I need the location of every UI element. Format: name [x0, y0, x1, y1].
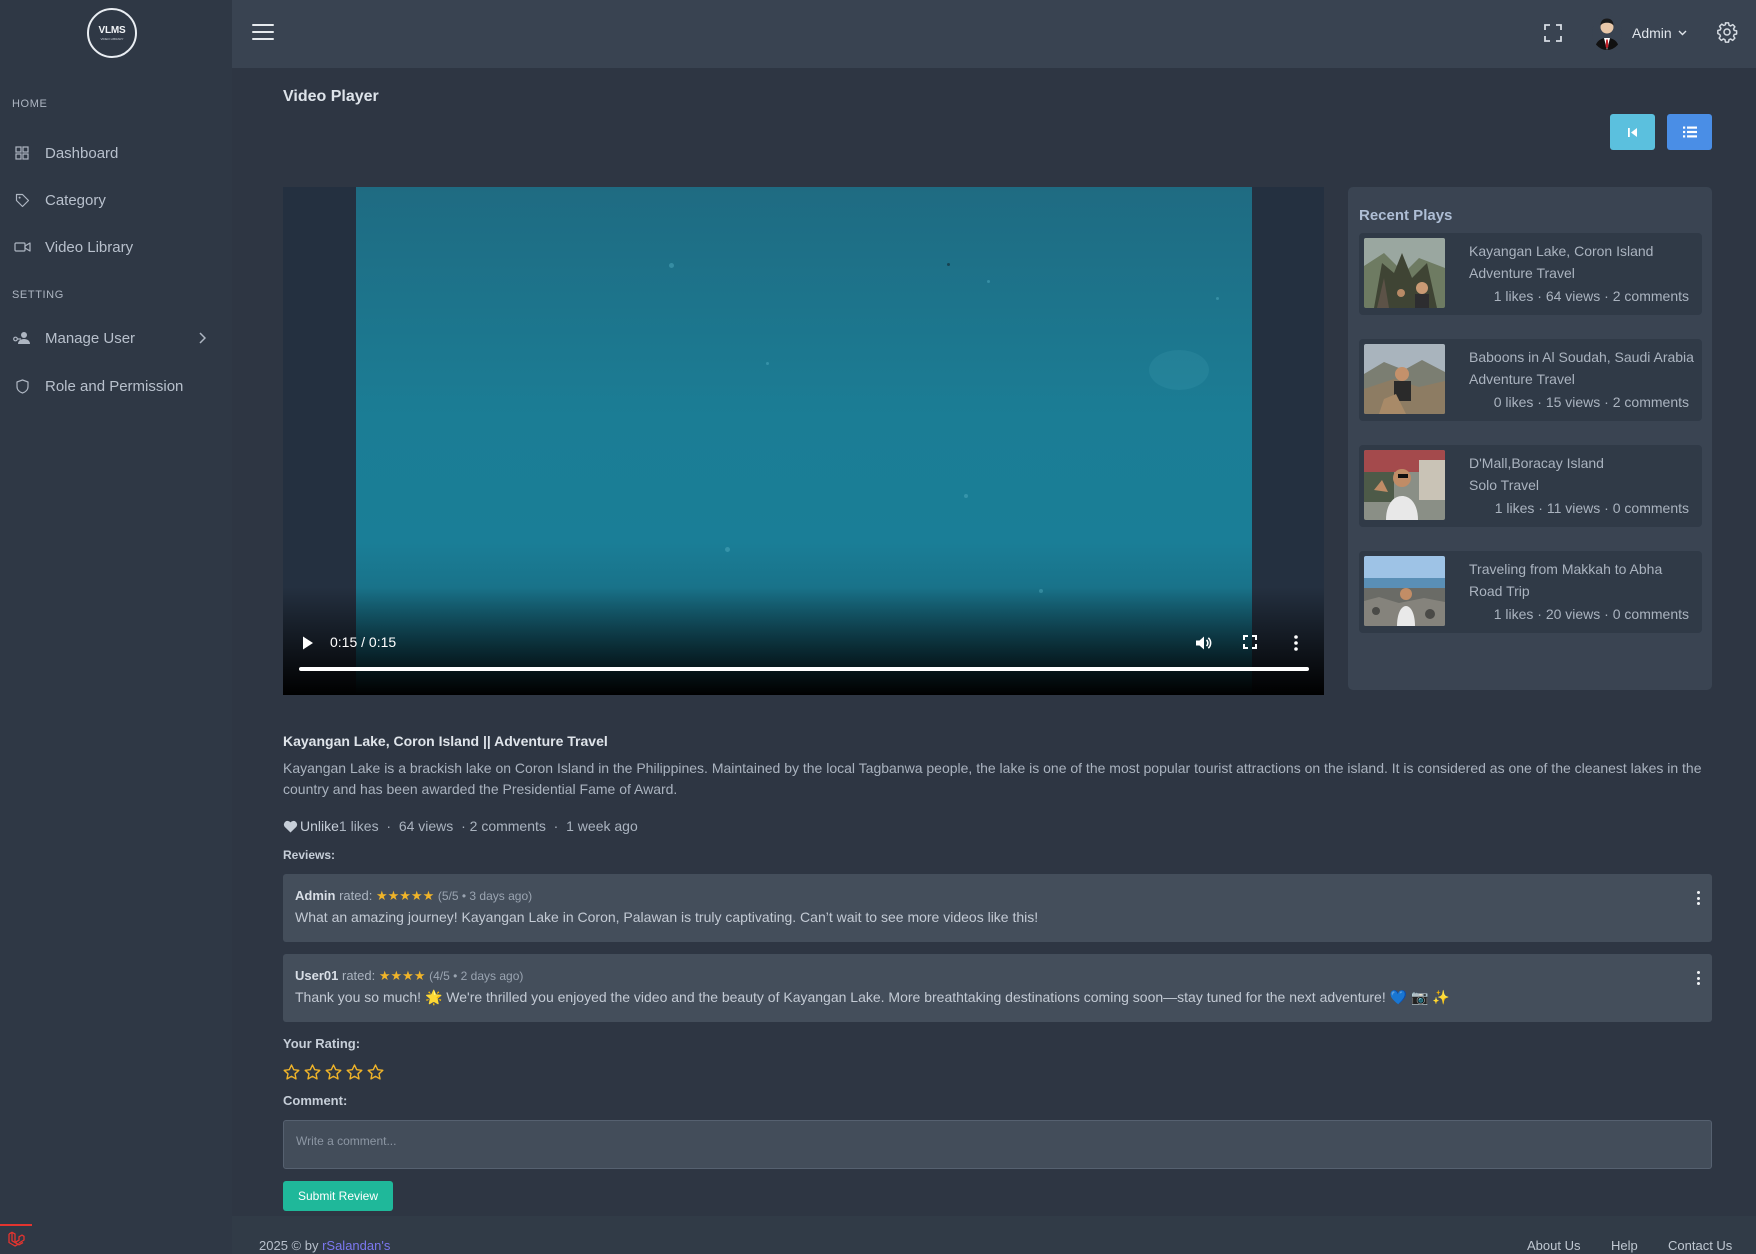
rating-input: [283, 1064, 384, 1080]
user-key-icon: [12, 330, 32, 346]
recent-play-stats: 1 likes · 64 views · 2 comments: [1493, 288, 1689, 304]
review-meta: (5/5 • 3 days ago): [437, 889, 533, 903]
sidebar-item-label: Category: [45, 191, 106, 209]
review-text: Thank you so much! 🌟 We're thrilled you …: [295, 989, 1450, 1005]
user-menu[interactable]: Admin: [1592, 16, 1687, 50]
fullscreen-video-icon[interactable]: [1243, 635, 1257, 654]
skip-back-icon: [1627, 127, 1638, 138]
sidebar-item-video-library[interactable]: Video Library: [12, 233, 222, 261]
chevron-right-icon: [198, 331, 207, 348]
review-stars: ★★★★: [378, 968, 426, 983]
sidebar-item-label: Video Library: [45, 238, 134, 256]
more-vertical-icon[interactable]: [1293, 634, 1299, 657]
grid-icon: [12, 145, 32, 161]
copyright: 2025 © by rSalandan's: [259, 1238, 391, 1253]
list-button[interactable]: [1667, 114, 1712, 150]
video-camera-icon: [12, 239, 32, 255]
star-3-icon[interactable]: [325, 1064, 342, 1080]
recent-plays-panel: Recent Plays Kayangan Lake, Coron Island…: [1348, 187, 1712, 690]
like-count: 1 likes: [338, 818, 379, 834]
topbar: Admin: [232, 0, 1756, 68]
sidebar-item-label: Manage User: [45, 329, 136, 347]
view-count: 64 views: [398, 818, 454, 834]
avatar: [1592, 16, 1622, 50]
review-header: User01 rated: ★★★★ (4/5 • 2 days ago): [295, 968, 524, 983]
sidebar-item-label: Role and Permission: [45, 377, 184, 395]
submit-review-button[interactable]: Submit Review: [283, 1181, 393, 1211]
recent-play-title: Baboons in Al Soudah, Saudi Arabia Adven…: [1469, 349, 1694, 387]
sidebar: VLMS VIDEO LIBRARY HOME Dashboard Catego…: [0, 0, 232, 1254]
recent-play-title: Traveling from Makkah to Abha Road Trip: [1469, 561, 1663, 599]
footer-link-contact[interactable]: Contact Us: [1668, 1238, 1732, 1253]
your-rating-label: Your Rating:: [283, 1036, 361, 1051]
nav-section-home: HOME: [12, 98, 48, 110]
review-meta: (4/5 • 2 days ago): [429, 969, 524, 983]
recent-play-item[interactable]: Kayangan Lake, Coron Island Adventure Tr…: [1359, 233, 1702, 315]
sidebar-item-dashboard[interactable]: Dashboard: [12, 139, 222, 167]
recent-play-item[interactable]: Traveling from Makkah to Abha Road Trip …: [1359, 551, 1702, 633]
video-description: Kayangan Lake is a brackish lake on Coro…: [283, 760, 1702, 797]
author-link[interactable]: rSalandan's: [322, 1238, 390, 1253]
user-name: Admin: [1632, 25, 1672, 41]
star-2-icon[interactable]: [304, 1064, 321, 1080]
back-button[interactable]: [1610, 114, 1655, 150]
video-time: 0:15 / 0:15: [330, 634, 397, 650]
review-stars: ★★★★★: [375, 888, 435, 903]
review-options-icon[interactable]: [1694, 890, 1702, 906]
recent-play-stats: 1 likes · 11 views · 0 comments: [1494, 500, 1689, 516]
review-header: Admin rated: ★★★★★ (5/5 • 3 days ago): [295, 888, 533, 903]
star-1-icon[interactable]: [283, 1064, 300, 1080]
recent-plays-title: Recent Plays: [1359, 207, 1453, 224]
heart-icon: [283, 820, 298, 833]
review-options-icon[interactable]: [1694, 970, 1702, 986]
volume-icon[interactable]: [1194, 634, 1212, 657]
review-card: User01 rated: ★★★★ (4/5 • 2 days ago) Th…: [283, 954, 1712, 1022]
footer: 2025 © by rSalandan's About Us Help Cont…: [232, 1216, 1756, 1254]
recent-play-title: Kayangan Lake, Coron Island Adventure Tr…: [1469, 243, 1654, 281]
footer-link-help[interactable]: Help: [1611, 1238, 1638, 1253]
recent-play-stats: 0 likes · 15 views · 2 comments: [1493, 394, 1689, 410]
play-icon[interactable]: [301, 635, 315, 656]
vlms-logo[interactable]: VLMS VIDEO LIBRARY: [87, 8, 137, 58]
comment-count: 2 comments: [469, 818, 546, 834]
recent-play-item[interactable]: Baboons in Al Soudah, Saudi Arabia Adven…: [1359, 339, 1702, 421]
logo-text: VLMS: [98, 25, 126, 36]
review-user: User01: [295, 968, 339, 983]
reviews-label: Reviews:: [283, 848, 336, 862]
review-user: Admin: [295, 888, 336, 903]
nav-section-setting: SETTING: [12, 289, 64, 301]
star-4-icon[interactable]: [346, 1064, 363, 1080]
list-icon: [1682, 126, 1697, 138]
star-5-icon[interactable]: [367, 1064, 384, 1080]
recent-play-title: D'Mall,Boracay Island Solo Travel: [1469, 455, 1604, 493]
sidebar-item-role-and-permission[interactable]: Role and Permission: [12, 372, 222, 400]
sidebar-item-category[interactable]: Category: [12, 186, 222, 214]
recent-play-item[interactable]: D'Mall,Boracay Island Solo Travel 1 like…: [1359, 445, 1702, 527]
video-title: Kayangan Lake, Coron Island || Adventure…: [283, 733, 608, 749]
menu-toggle-icon[interactable]: [252, 24, 274, 41]
fullscreen-icon[interactable]: [1543, 23, 1563, 48]
tag-icon: [12, 192, 32, 208]
review-text: What an amazing journey! Kayangan Lake i…: [295, 909, 1039, 925]
chevron-down-icon: [1678, 30, 1687, 36]
sidebar-item-label: Dashboard: [45, 144, 119, 162]
review-card: Admin rated: ★★★★★ (5/5 • 3 days ago) Wh…: [283, 874, 1712, 942]
page-title: Video Player: [283, 88, 379, 105]
comment-label: Comment:: [283, 1093, 348, 1108]
logo-subtext: VIDEO LIBRARY: [100, 37, 124, 41]
sidebar-item-manage-user[interactable]: Manage User: [12, 324, 222, 352]
recent-play-stats: 1 likes · 20 views · 0 comments: [1493, 606, 1689, 622]
video-meta: Unlike 1 likes · 64 views · 2 comments ·…: [283, 818, 638, 834]
gear-icon[interactable]: [1716, 21, 1738, 48]
laravel-icon[interactable]: [0, 1224, 32, 1254]
unlike-button[interactable]: Unlike: [283, 818, 339, 834]
shield-icon: [12, 378, 32, 394]
video-progress-bar[interactable]: [299, 667, 1309, 671]
video-player[interactable]: 0:15 / 0:15: [283, 187, 1324, 695]
video-controls-bar: [283, 587, 1324, 695]
footer-link-about[interactable]: About Us: [1527, 1238, 1580, 1253]
video-age: 1 week ago: [566, 818, 638, 834]
comment-input[interactable]: [283, 1120, 1712, 1169]
